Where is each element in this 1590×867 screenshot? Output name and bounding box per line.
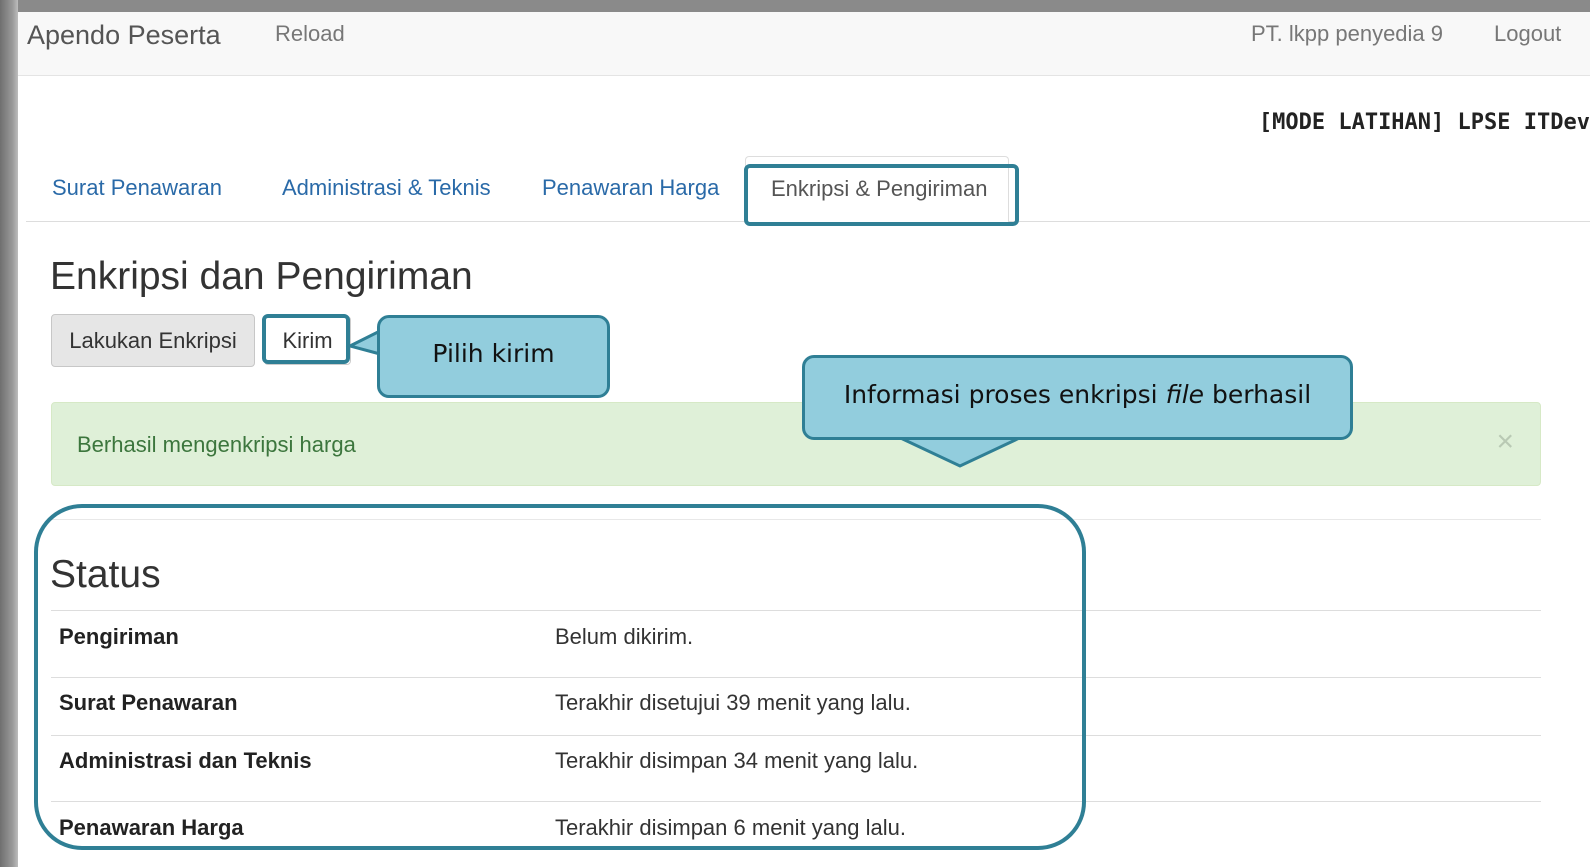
tab-administrasi-teknis[interactable]: Administrasi & Teknis bbox=[282, 175, 491, 201]
window-frame-top bbox=[0, 0, 1590, 12]
callout-info-enkripsi: Informasi proses enkripsi file berhasil bbox=[802, 355, 1353, 440]
window-frame-left bbox=[0, 0, 18, 867]
highlight-send-button bbox=[262, 314, 350, 364]
user-menu[interactable]: PT. lkpp penyedia 9 bbox=[1251, 21, 1443, 47]
highlight-tab-enkripsi bbox=[744, 164, 1019, 226]
close-icon[interactable]: × bbox=[1496, 425, 1514, 459]
page-title: Enkripsi dan Pengiriman bbox=[50, 255, 473, 298]
alert-message: Berhasil mengenkripsi harga bbox=[77, 432, 356, 457]
callout-text: Informasi proses enkripsi file berhasil bbox=[805, 380, 1350, 409]
tab-surat-penawaran[interactable]: Surat Penawaran bbox=[52, 175, 222, 201]
tab-penawaran-harga[interactable]: Penawaran Harga bbox=[542, 175, 719, 201]
callout-text-italic: file bbox=[1165, 380, 1205, 409]
reload-link[interactable]: Reload bbox=[275, 21, 345, 47]
callout-pilih-kirim: Pilih kirim bbox=[377, 315, 610, 398]
encrypt-button[interactable]: Lakukan Enkripsi bbox=[51, 314, 255, 367]
highlight-status-section bbox=[34, 504, 1086, 850]
callout-text: Pilih kirim bbox=[432, 339, 555, 368]
logout-link[interactable]: Logout bbox=[1494, 21, 1561, 47]
brand-title[interactable]: Apendo Peserta bbox=[27, 20, 221, 51]
navbar: Apendo Peserta Reload PT. lkpp penyedia … bbox=[18, 12, 1590, 76]
callout-text-part: berhasil bbox=[1204, 380, 1312, 409]
mode-banner: [MODE LATIHAN] LPSE ITDev bbox=[1258, 110, 1590, 135]
callout-text-part: Informasi proses enkripsi bbox=[843, 380, 1166, 409]
